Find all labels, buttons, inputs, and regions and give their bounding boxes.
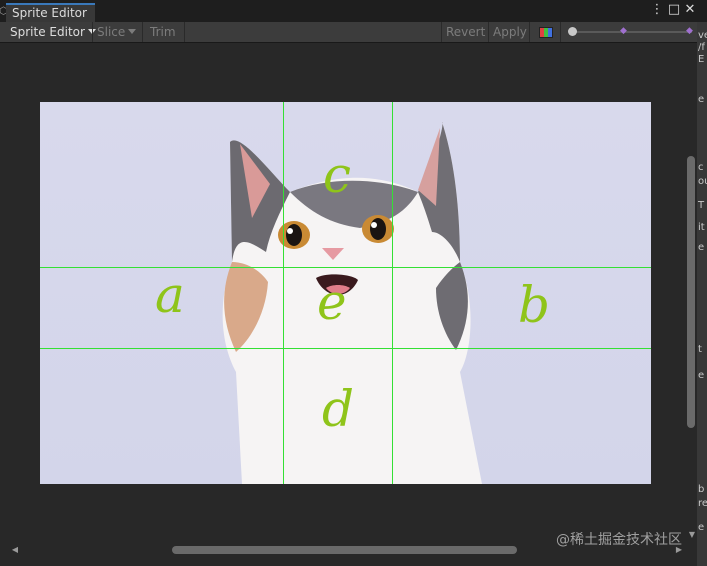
annotation-bottom: d <box>322 380 355 438</box>
annotation-left: a <box>155 266 185 324</box>
annotation-right: b <box>518 276 551 334</box>
more-options-icon[interactable]: ⋮ <box>650 2 664 18</box>
horizontal-scrollbar-thumb[interactable] <box>172 546 517 554</box>
maximize-icon[interactable]: □ <box>667 2 681 18</box>
panel-fragment: it <box>698 222 705 233</box>
zoom-slider-handle[interactable] <box>568 27 577 36</box>
toolbar-divider <box>441 22 442 42</box>
vertical-scrollbar-thumb[interactable] <box>687 156 695 428</box>
inspector-panel-edge: ve /f E e c ou T it e t e b re e <box>697 22 707 566</box>
panel-fragment: ve <box>698 30 707 41</box>
panel-fragment: E <box>698 54 705 65</box>
revert-button[interactable]: Revert <box>446 22 485 42</box>
mode-label: Sprite Editor <box>10 25 85 39</box>
toolbar-divider <box>529 22 530 42</box>
panel-fragment: e <box>698 94 705 105</box>
watermark-text: @稀土掘金技术社区 <box>556 532 682 548</box>
panel-fragment: t <box>698 344 702 355</box>
color-channel-icon[interactable] <box>539 27 553 38</box>
slice-guide-top[interactable] <box>40 267 651 268</box>
panel-fragment: e <box>698 370 705 381</box>
toolbar-divider <box>488 22 489 42</box>
toolbar-divider <box>142 22 143 42</box>
sprite-image[interactable]: c a e b d <box>40 102 651 484</box>
mip-large-icon: ◆ <box>686 26 693 36</box>
panel-fragment: re <box>698 498 707 509</box>
zoom-slider-track[interactable] <box>572 31 692 33</box>
tab-sprite-editor[interactable]: Sprite Editor <box>6 3 95 22</box>
slice-dropdown[interactable]: Slice <box>97 22 137 42</box>
panel-fragment: ou <box>698 176 707 187</box>
panel-fragment: e <box>698 242 705 253</box>
tab-label: Sprite Editor <box>12 6 87 20</box>
sprite-editor-mode-dropdown[interactable]: Sprite Editor <box>10 22 96 42</box>
panel-fragment: e <box>698 522 705 533</box>
panel-fragment: T <box>698 200 705 211</box>
chevron-down-icon <box>128 29 137 34</box>
panel-fragment: b <box>698 484 705 495</box>
apply-button[interactable]: Apply <box>493 22 527 42</box>
annotation-center: e <box>317 273 347 331</box>
toolbar-divider <box>560 22 561 42</box>
trim-button[interactable]: Trim <box>150 22 176 42</box>
panel-fragment: c <box>698 162 704 173</box>
slice-guide-left[interactable] <box>283 102 284 484</box>
editor-toolbar: Sprite Editor Slice Trim Revert Apply ◆ … <box>0 22 700 43</box>
slice-guide-bottom[interactable] <box>40 348 651 349</box>
mip-small-icon: ◆ <box>620 26 627 36</box>
panel-fragment: /f <box>698 42 705 53</box>
window-top-strip <box>0 0 707 22</box>
toolbar-divider <box>92 22 93 42</box>
slice-label: Slice <box>97 25 126 39</box>
close-icon[interactable]: ✕ <box>683 2 697 18</box>
toolbar-divider <box>184 22 185 42</box>
annotation-top: c <box>323 146 352 204</box>
scroll-left-arrow-icon[interactable]: ◀ <box>10 545 20 555</box>
slice-guide-right[interactable] <box>392 102 393 484</box>
